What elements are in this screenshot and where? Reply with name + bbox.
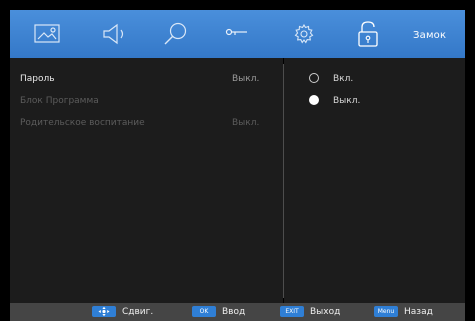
menu-item-password[interactable]: Пароль Выкл. <box>20 72 260 86</box>
menu-item-value: Выкл. <box>232 74 260 84</box>
hint-label: Сдвиг. <box>122 307 154 317</box>
hint-enter: OK Ввод <box>192 306 262 318</box>
menu-item-block-program[interactable]: Блок Программа <box>20 94 260 108</box>
key-icon[interactable] <box>219 16 255 52</box>
search-icon[interactable] <box>158 16 194 52</box>
move-arrows-icon <box>92 306 116 317</box>
hint-exit: EXIT Выход <box>280 306 360 318</box>
top-tab-bar: Замок <box>10 10 465 58</box>
menu-item-parental-control[interactable]: Родительское воспитание Выкл. <box>20 116 260 130</box>
menu-item-value: Выкл. <box>232 118 260 128</box>
radio-unselected-icon <box>309 73 319 83</box>
hint-label: Назад <box>404 307 433 317</box>
picture-icon[interactable] <box>30 16 66 52</box>
option-label: Выкл. <box>333 96 361 106</box>
option-label: Вкл. <box>333 74 354 84</box>
lock-icon[interactable] <box>350 16 386 52</box>
menu-key-badge: Menu <box>374 306 398 317</box>
hint-back: Menu Назад <box>374 306 462 318</box>
menu-item-label: Пароль <box>20 74 55 84</box>
radio-selected-icon <box>309 95 319 105</box>
hint-label: Выход <box>310 307 341 317</box>
exit-key-badge: EXIT <box>280 306 304 317</box>
menu-item-label: Родительское воспитание <box>20 118 145 128</box>
hint-move: Сдвиг. <box>92 306 182 318</box>
ok-key-badge: OK <box>192 306 216 317</box>
lock-settings-screen: Замок Пароль Выкл. Блок Программа Родите… <box>0 0 475 321</box>
sound-icon[interactable] <box>97 16 133 52</box>
bottom-hint-bar: Сдвиг. OK Ввод EXIT Выход Menu Назад <box>10 303 465 321</box>
gear-icon[interactable] <box>286 16 322 52</box>
hint-label: Ввод <box>222 307 246 317</box>
menu-item-label: Блок Программа <box>20 96 99 106</box>
active-tab-label: Замок <box>413 30 447 41</box>
